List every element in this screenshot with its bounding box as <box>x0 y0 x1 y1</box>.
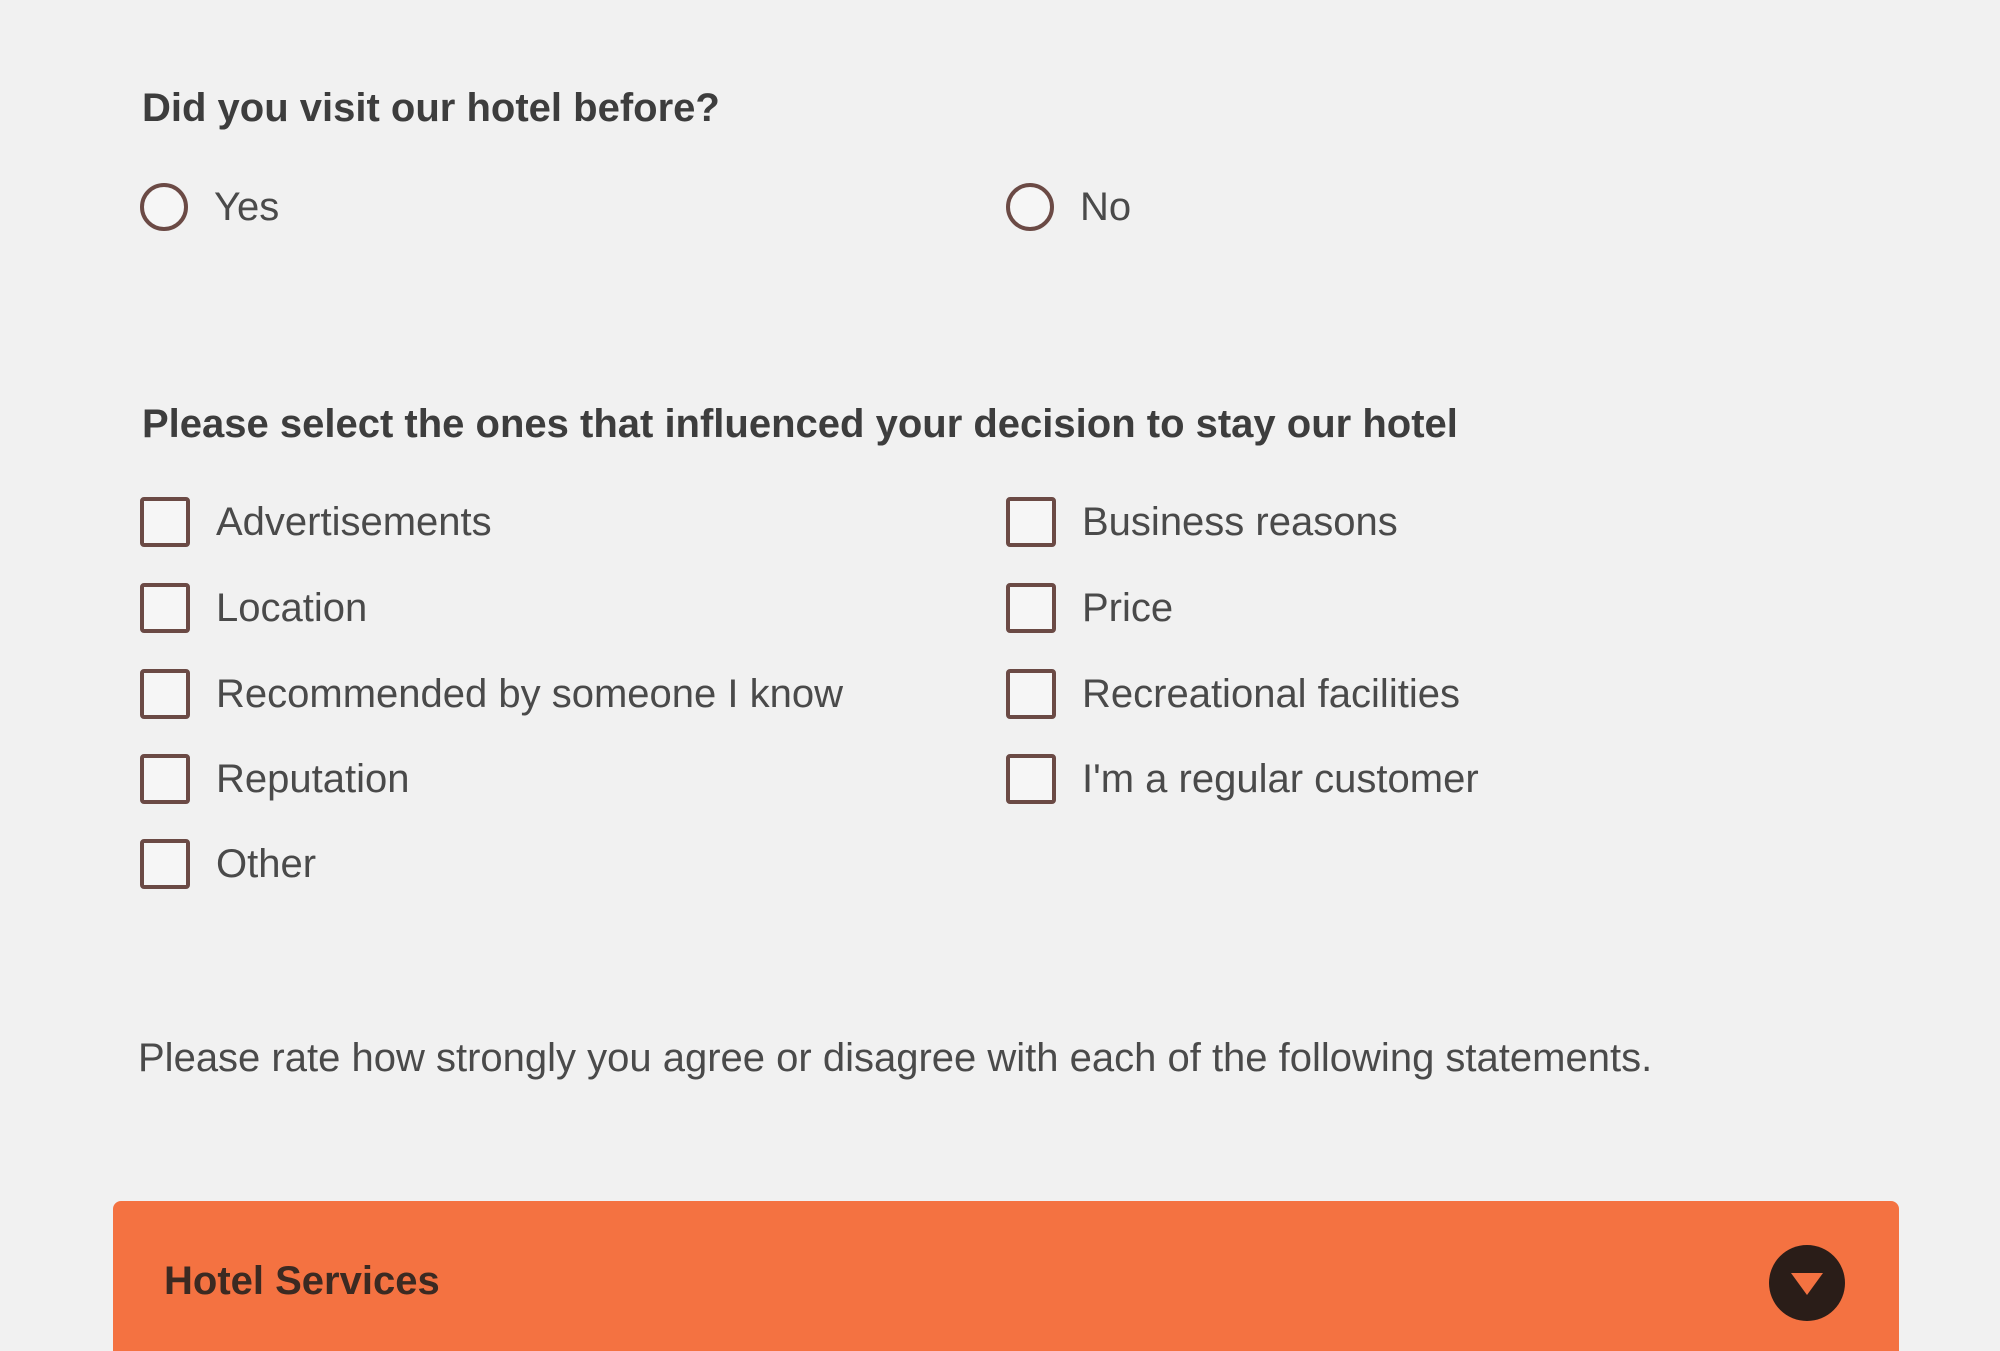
survey-page: Did you visit our hotel before? Yes No P… <box>0 0 2000 1351</box>
radio-label: Yes <box>214 184 280 229</box>
checkbox[interactable] <box>1006 583 1056 633</box>
checkbox-label: I'm a regular customer <box>1082 756 1479 801</box>
checkbox[interactable] <box>1006 669 1056 719</box>
question-title-influences: Please select the ones that influenced y… <box>142 402 1458 446</box>
checkbox[interactable] <box>140 754 190 804</box>
checkbox[interactable] <box>140 583 190 633</box>
checkbox-option-location[interactable]: Location <box>140 580 367 636</box>
radio-button[interactable] <box>1006 183 1054 231</box>
question-title-visited-before: Did you visit our hotel before? <box>142 86 720 130</box>
checkbox-option-business-reasons[interactable]: Business reasons <box>1006 494 1398 550</box>
checkbox[interactable] <box>140 669 190 719</box>
checkbox-label: Recreational facilities <box>1082 671 1460 716</box>
checkbox-label: Reputation <box>216 756 410 801</box>
rating-instruction: Please rate how strongly you agree or di… <box>138 1036 1653 1080</box>
checkbox-label: Advertisements <box>216 499 492 544</box>
checkbox-label: Other <box>216 841 317 886</box>
radio-option-yes[interactable]: Yes <box>140 179 279 235</box>
section-title: Hotel Services <box>164 1259 440 1303</box>
radio-button[interactable] <box>140 183 188 231</box>
checkbox-label: Business reasons <box>1082 499 1398 544</box>
hotel-services-section-header[interactable]: Hotel Services <box>113 1201 1899 1351</box>
checkbox-label: Location <box>216 585 368 630</box>
checkbox-option-price[interactable]: Price <box>1006 580 1173 636</box>
radio-option-no[interactable]: No <box>1006 179 1131 235</box>
checkbox-option-advertisements[interactable]: Advertisements <box>140 494 492 550</box>
checkbox-option-recreational-facilities[interactable]: Recreational facilities <box>1006 666 1460 722</box>
checkbox-option-regular-customer[interactable]: I'm a regular customer <box>1006 751 1479 807</box>
chevron-down-icon[interactable] <box>1769 1245 1845 1321</box>
checkbox-label: Recommended by someone I know <box>216 671 843 716</box>
checkbox-option-other[interactable]: Other <box>140 836 316 892</box>
checkbox[interactable] <box>140 839 190 889</box>
checkbox-option-recommended[interactable]: Recommended by someone I know <box>140 666 843 722</box>
checkbox[interactable] <box>1006 497 1056 547</box>
checkbox-option-reputation[interactable]: Reputation <box>140 751 409 807</box>
checkbox-label: Price <box>1082 585 1174 630</box>
checkbox[interactable] <box>1006 754 1056 804</box>
radio-label: No <box>1080 184 1132 229</box>
checkbox[interactable] <box>140 497 190 547</box>
